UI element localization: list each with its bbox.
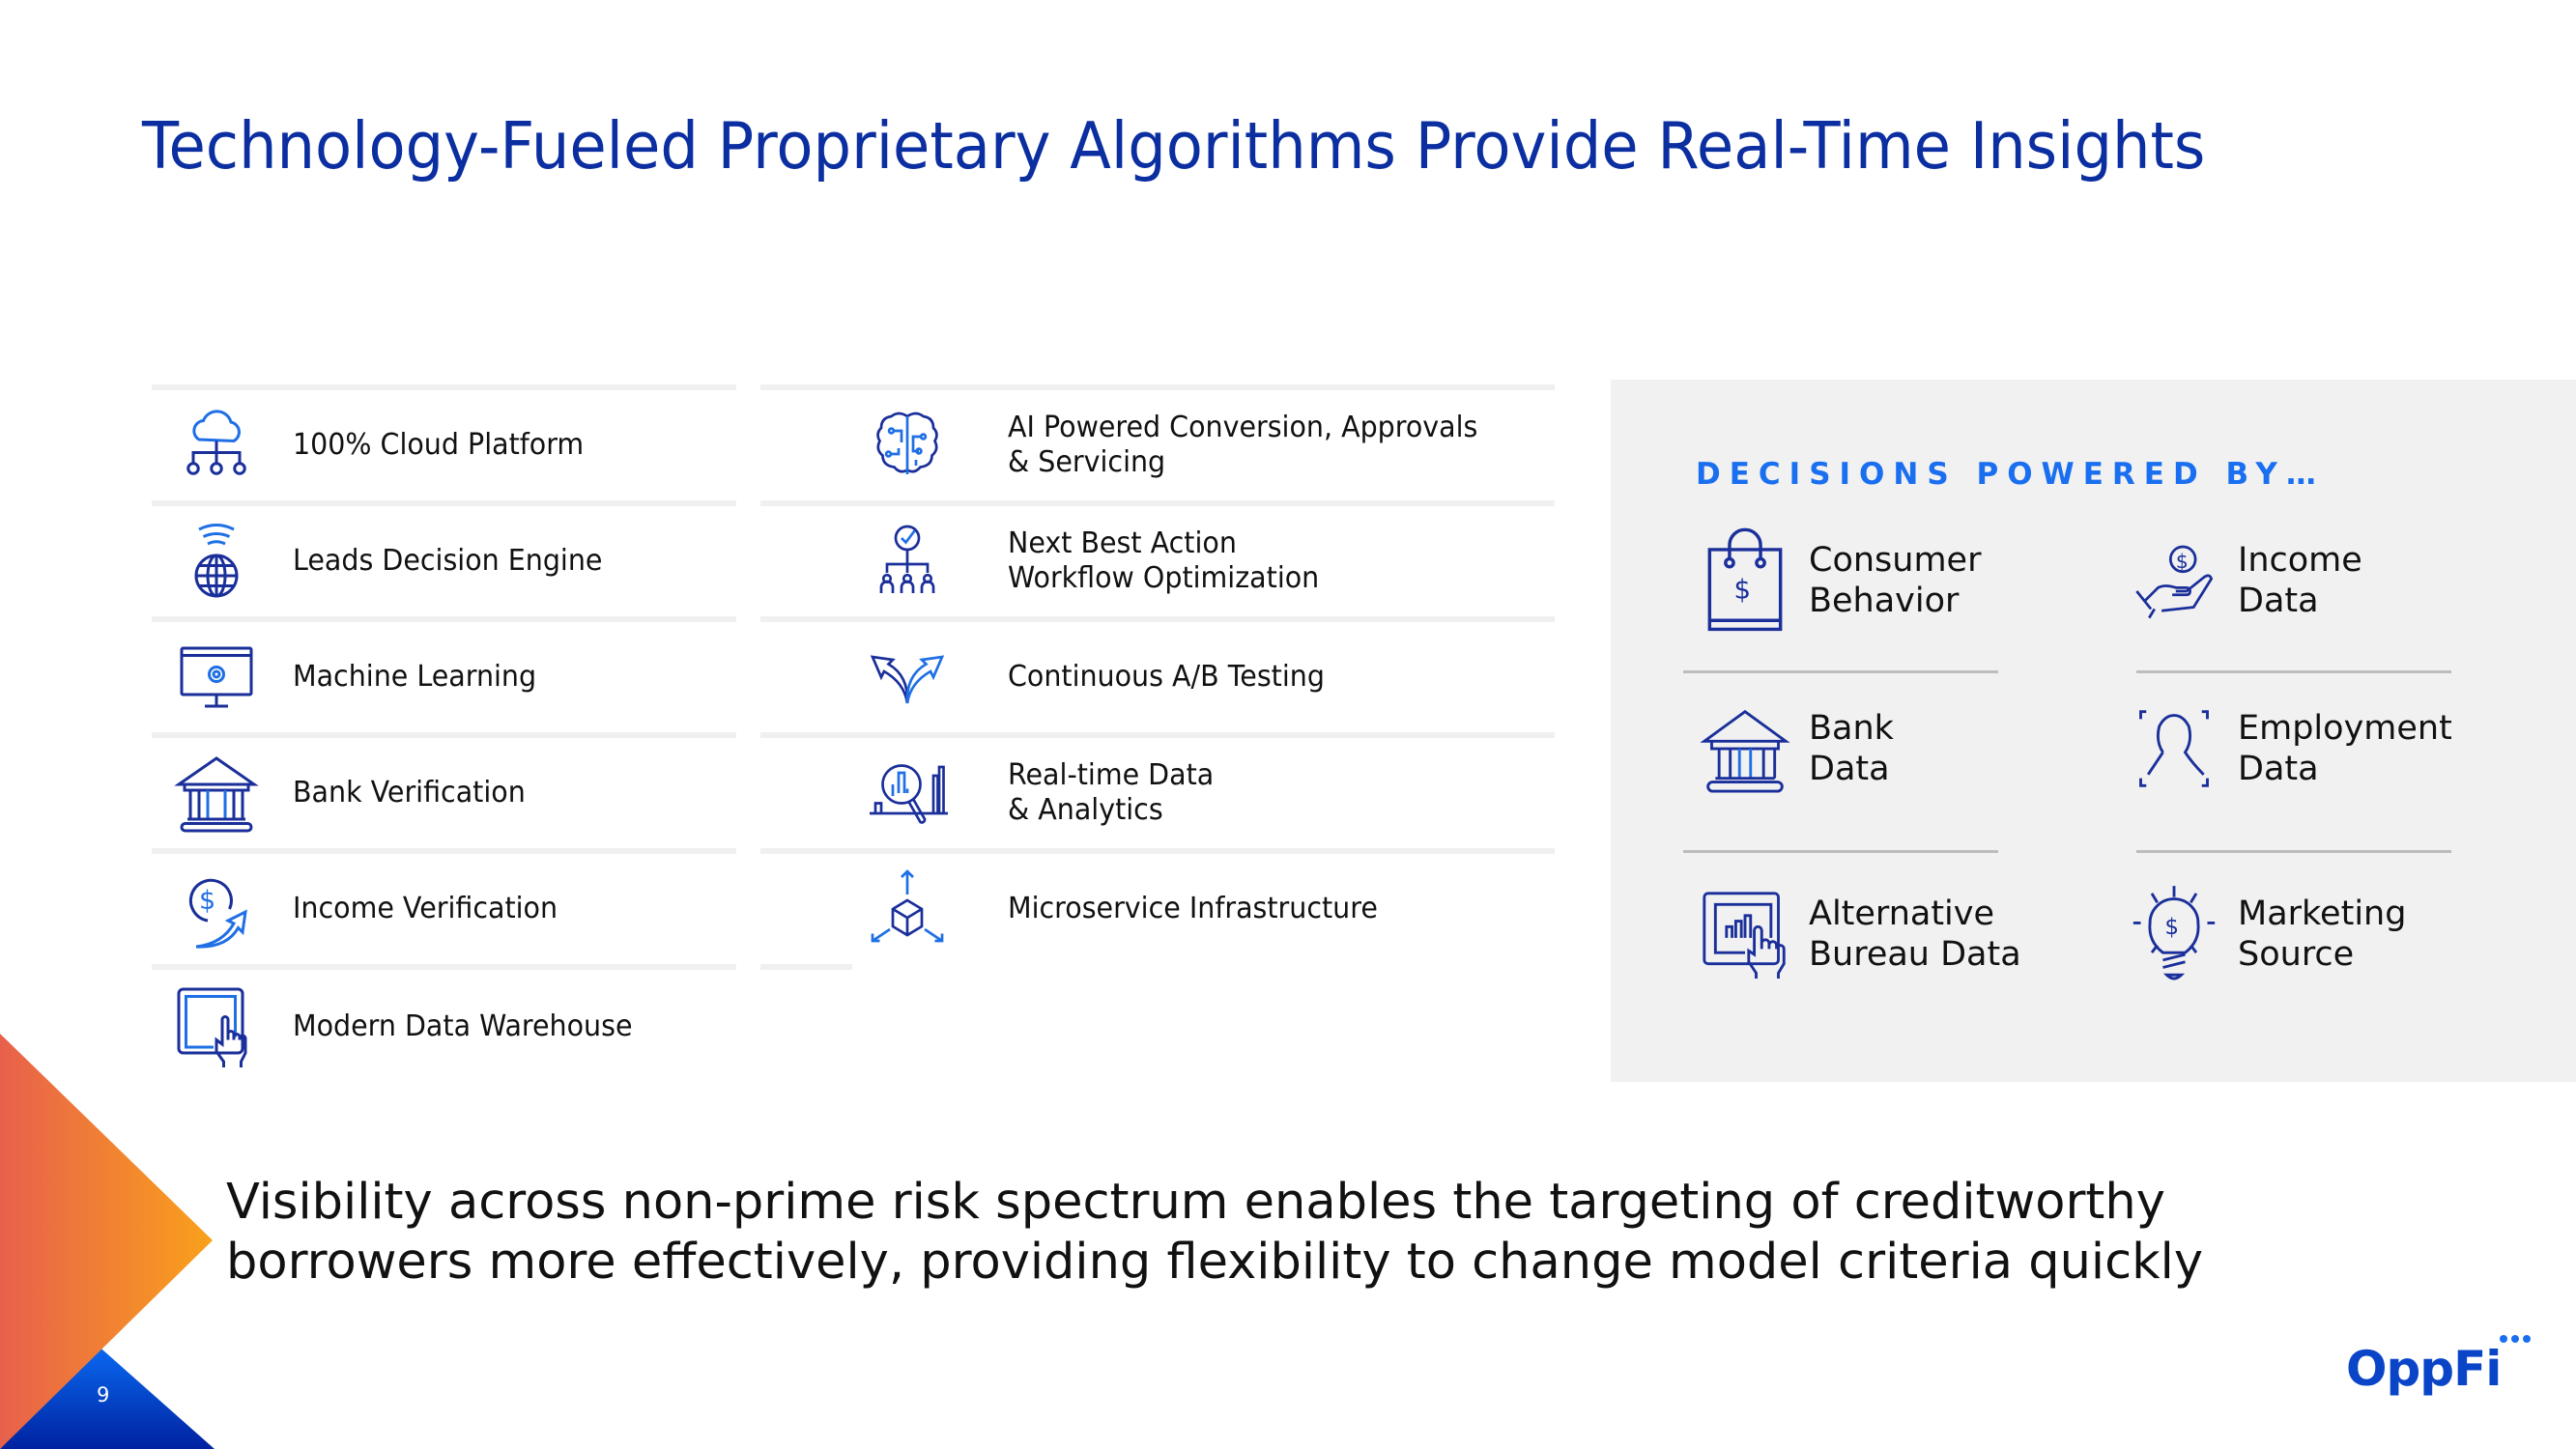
capability-label: Income Verification <box>293 892 558 925</box>
org-check-icon <box>862 516 953 607</box>
hand-coin-icon: $ <box>2130 526 2218 635</box>
capability-item: Real-time Data & Analytics <box>760 738 1555 848</box>
page-number: 9 <box>97 1383 110 1406</box>
decision-label: Bank Data <box>1809 709 1894 788</box>
globe-signal-icon <box>171 516 262 607</box>
shopping-bag-dollar-icon: $ <box>1701 526 1789 635</box>
monitor-gear-icon <box>171 632 262 723</box>
capability-label: Real-time Data & Analytics <box>1008 758 1215 827</box>
svg-text:$: $ <box>199 886 215 916</box>
capability-label: AI Powered Conversion, Approvals & Servi… <box>1008 411 1478 479</box>
tablet-chart-touch-icon <box>1701 880 1789 988</box>
capability-label: Machine Learning <box>293 660 537 694</box>
person-scan-icon <box>2130 695 2218 803</box>
divider <box>2136 850 2451 853</box>
divider <box>2136 670 2451 673</box>
decision-item: $ Consumer Behavior <box>1701 526 1981 635</box>
capability-label: Modern Data Warehouse <box>293 1009 633 1043</box>
svg-text:$: $ <box>2176 550 2189 573</box>
capability-item: AI Powered Conversion, Approvals & Servi… <box>760 390 1555 500</box>
decisions-panel: DECISIONS POWERED BY… $ Consumer Behavio… <box>1611 380 2576 1082</box>
capability-item: Leads Decision Engine <box>152 506 736 616</box>
capability-label: 100% Cloud Platform <box>293 428 585 462</box>
capability-item: Modern Data Warehouse <box>152 972 736 1082</box>
decision-item: $ Marketing Source <box>2130 880 2406 988</box>
decision-item: Employment Data <box>2130 695 2452 803</box>
divider <box>760 964 852 970</box>
capability-item: Microservice Infrastructure <box>760 854 1555 964</box>
svg-text:$: $ <box>1734 574 1752 605</box>
capability-item: Continuous A/B Testing <box>760 622 1555 732</box>
decision-label: Employment Data <box>2238 709 2452 788</box>
decision-label: Marketing Source <box>2238 895 2407 974</box>
decision-item: Bank Data <box>1700 695 1894 803</box>
logo-text: OppFi <box>2346 1341 2502 1397</box>
cube-arrows-icon <box>862 864 953 954</box>
bank-icon <box>1700 695 1790 803</box>
decision-label: Alternative Bureau Data <box>1809 895 2021 974</box>
bank-icon <box>171 748 262 838</box>
divider <box>1683 850 1998 853</box>
capability-label: Leads Decision Engine <box>293 544 603 578</box>
cloud-network-icon <box>171 400 262 491</box>
ai-brain-icon <box>862 400 953 491</box>
dollar-arrow-icon: $ <box>171 864 262 954</box>
capability-label: Bank Verification <box>293 776 526 810</box>
page-title: Technology-Fueled Proprietary Algorithms… <box>142 108 2206 184</box>
lightbulb-dollar-icon: $ <box>2130 880 2218 988</box>
decision-item: Alternative Bureau Data <box>1701 880 2021 988</box>
decision-label: Consumer Behavior <box>1809 541 1982 620</box>
capability-item: Next Best Action Workflow Optimization <box>760 506 1555 616</box>
divider <box>1683 670 1998 673</box>
capability-label: Continuous A/B Testing <box>1008 660 1325 694</box>
capability-label: Microservice Infrastructure <box>1008 892 1378 925</box>
capability-label: Next Best Action Workflow Optimization <box>1008 526 1320 595</box>
decisions-heading: DECISIONS POWERED BY… <box>1696 457 2325 492</box>
capability-item: Machine Learning <box>152 622 736 732</box>
split-arrows-icon <box>862 632 953 723</box>
capability-item: Bank Verification <box>152 738 736 848</box>
oppfi-logo: OppFi <box>2346 1335 2531 1397</box>
capability-item: 100% Cloud Platform <box>152 390 736 500</box>
decision-label: Income Data <box>2238 541 2362 620</box>
summary-statement: Visibility across non-prime risk spectru… <box>226 1174 2204 1291</box>
analytics-magnifier-icon <box>862 748 953 838</box>
capability-item: $ Income Verification <box>152 854 736 964</box>
logo-dots <box>2500 1335 2531 1343</box>
decision-item: $ Income Data <box>2130 526 2362 635</box>
svg-text:$: $ <box>2164 915 2179 940</box>
divider <box>152 964 736 970</box>
tablet-touch-icon <box>171 981 262 1072</box>
